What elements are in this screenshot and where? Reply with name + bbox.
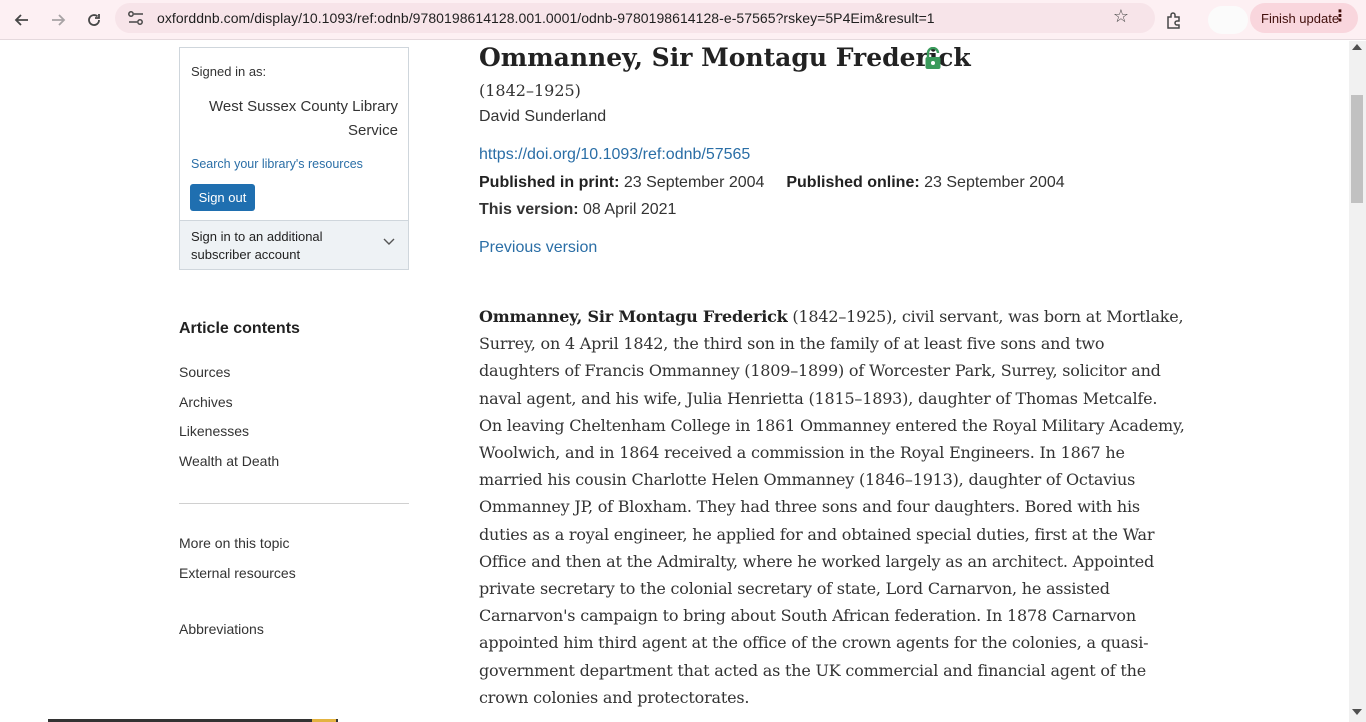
body-line: Surrey, on 4 April 1842, the third son i… [479,334,1105,354]
signed-in-label: Signed in as: [191,64,267,79]
previous-version-link[interactable]: Previous version [479,239,597,257]
extensions-icon[interactable] [1160,6,1188,34]
toc-item-likenesses[interactable]: Likenesses [179,423,249,439]
author-name: David Sunderland [479,108,607,125]
body-line: government department that acted as the … [479,660,1146,680]
body-line: private secretary to the colonial secret… [479,579,1110,599]
body-line: Carnarvon's campaign to bring about Sout… [479,606,1136,626]
version-info: This version: 08 April 2021 [479,201,676,219]
library-name: West Sussex County Library Service [209,98,398,139]
toc-item-wealth-at-death[interactable]: Wealth at Death [179,453,279,469]
body-line: crown colonies and protectorates. [479,687,750,707]
doi-link[interactable]: https://doi.org/10.1093/ref:odnb/57565 [479,146,750,164]
abbreviations-link[interactable]: Abbreviations [179,621,264,637]
article-contents-heading: Article contents [179,320,300,337]
reload-icon[interactable] [80,6,108,34]
body-line: duties as a royal engineer, he applied f… [479,524,1155,544]
forward-icon[interactable] [44,6,72,34]
url-text[interactable]: oxforddnb.com/display/10.1093/ref:odnb/9… [157,3,935,33]
body-line: Office and then at the Admiralty, where … [479,551,1155,571]
version-date: 08 April 2021 [583,201,677,218]
toc-item-sources[interactable]: Sources [179,364,230,380]
scrollbar-thumb[interactable] [1351,95,1363,203]
more-on-topic-link[interactable]: More on this topic [179,535,290,551]
bookmark-star-icon[interactable]: ☆ [1110,5,1132,27]
body-line: married his cousin Charlotte Helen Omman… [479,470,1136,490]
published-online-date: 23 September 2004 [924,174,1065,191]
sign-out-button[interactable]: Sign out [190,184,255,211]
toc-item-archives[interactable]: Archives [179,394,233,410]
body-line: daughters of Francis Ommanney (1809–1899… [479,361,1161,381]
signin-panel: Signed in as: West Sussex County Library… [179,47,409,270]
body-line: Ommanney, Sir Montagu Frederick (1842–19… [479,303,1184,330]
site-settings-icon[interactable] [127,10,145,26]
published-print-label: Published in print: [479,174,620,191]
published-online-label: Published online: [786,174,920,191]
more-menu-icon[interactable]: ⋮ [1332,8,1348,26]
body-line-text: (1842–1925), civil servant, was born at … [787,307,1184,326]
additional-account-label: Sign in to an additional subscriber acco… [191,229,323,262]
publication-info: Published in print: 23 September 2004 Pu… [479,174,1065,192]
body-lead: Ommanney, Sir Montagu Frederick [479,307,788,326]
external-resources-link[interactable]: External resources [179,565,296,581]
article-title: Ommanney, Sir Montagu Frederick [479,43,971,72]
scroll-up-icon[interactable] [1352,44,1362,50]
article-body: Ommanney, Sir Montagu Frederick (1842–19… [479,303,1185,711]
back-icon[interactable] [8,6,36,34]
browser-toolbar: oxforddnb.com/display/10.1093/ref:odnb/9… [0,0,1366,40]
chevron-down-icon [383,238,395,245]
body-line: Woolwich, and in 1864 received a commiss… [479,443,1125,463]
additional-account-toggle[interactable]: Sign in to an additional subscriber acco… [180,220,408,269]
address-bar[interactable]: oxforddnb.com/display/10.1093/ref:odnb/9… [115,3,1155,33]
finish-update-button[interactable]: Finish update ⋮ [1250,3,1358,33]
version-label: This version: [479,201,579,218]
open-access-lock-icon [925,47,941,69]
finish-update-label: Finish update [1261,10,1340,26]
sidebar-divider [179,503,409,504]
profile-avatar[interactable] [1208,6,1248,34]
life-dates: (1842–1925) [479,81,581,100]
body-line: Ommanney JP, of Bloxham. They had three … [479,497,1140,517]
body-line: On leaving Cheltenham College in 1861 Om… [479,415,1185,435]
body-line: naval agent, and his wife, Julia Henriet… [479,388,1158,408]
scroll-down-icon[interactable] [1352,709,1362,715]
library-resources-link[interactable]: Search your library's resources [191,157,363,171]
published-print-date: 23 September 2004 [623,174,765,191]
body-line: appointed him third agent at the office … [479,633,1149,653]
